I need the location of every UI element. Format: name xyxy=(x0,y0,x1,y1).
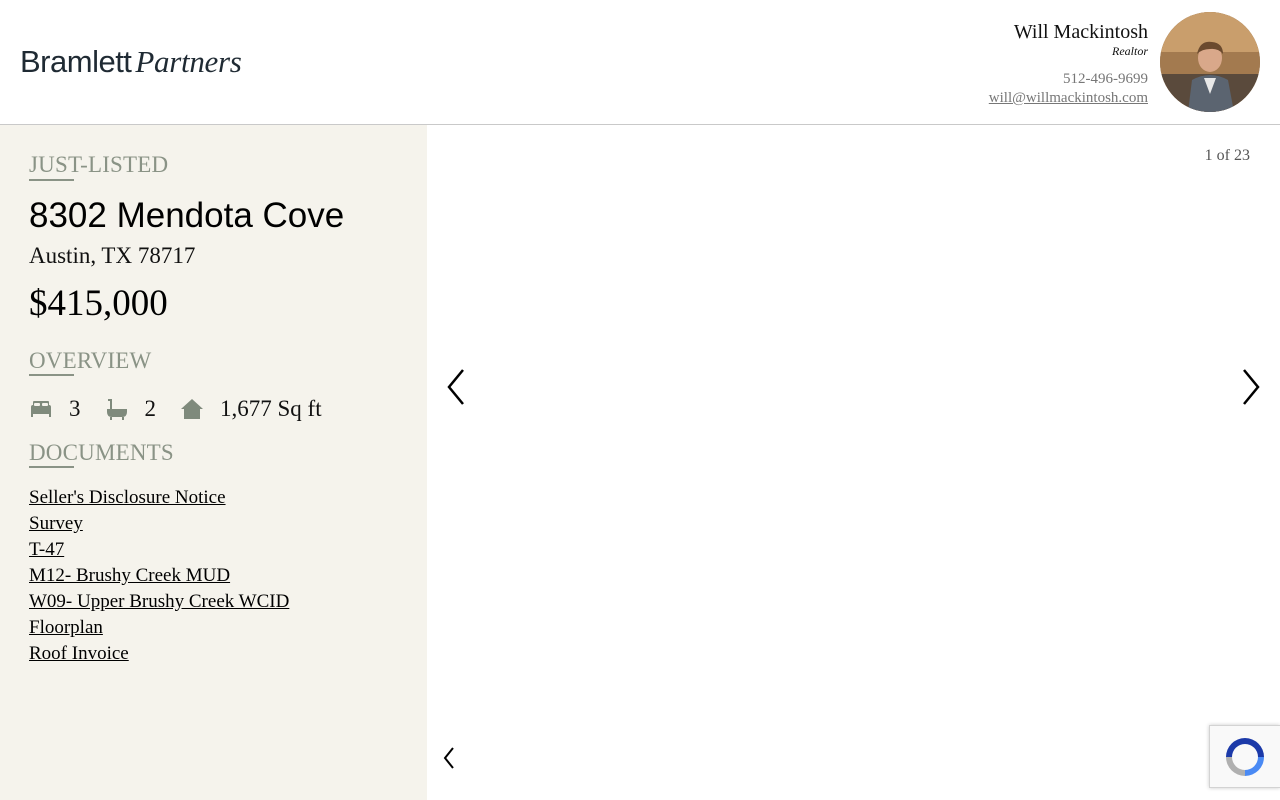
thumbnail-prev-arrow-icon[interactable] xyxy=(443,746,455,770)
photo-counter: 1 of 23 xyxy=(1204,147,1250,164)
listing-price: $415,000 xyxy=(29,283,168,324)
documents-heading: DOCUMENTS xyxy=(29,440,174,465)
baths-value: 2 xyxy=(144,396,157,421)
logo-text-bramlett: Bramlett xyxy=(20,44,132,79)
bed-icon xyxy=(31,401,51,417)
agent-avatar xyxy=(1160,12,1260,112)
documents-list: Seller's Disclosure Notice Survey T-47 M… xyxy=(29,485,289,667)
listing-sidebar: JUST-LISTED 8302 Mendota Cove Austin, TX… xyxy=(0,125,427,800)
agent-title: Realtor xyxy=(1112,44,1148,58)
document-link[interactable]: Survey xyxy=(29,511,289,537)
listing-status-heading: JUST-LISTED xyxy=(29,152,169,177)
listing-address: 8302 Mendota Cove xyxy=(29,196,345,235)
agent-info: Will Mackintosh Realtor 512-496-9699 wil… xyxy=(989,20,1148,108)
home-icon xyxy=(181,399,203,419)
beds-value: 3 xyxy=(69,396,81,421)
overview-underline xyxy=(29,374,74,376)
logo-text-partners: Partners xyxy=(135,44,242,79)
document-link[interactable]: Floorplan xyxy=(29,615,289,641)
document-link[interactable]: Seller's Disclosure Notice xyxy=(29,485,289,511)
document-link[interactable]: W09- Upper Brushy Creek WCID xyxy=(29,589,289,615)
document-link[interactable]: T-47 xyxy=(29,537,289,563)
bath-icon xyxy=(106,399,127,420)
sqft-value: 1,677 Sq ft xyxy=(220,396,322,421)
prev-arrow-icon[interactable] xyxy=(445,367,467,407)
listing-city: Austin, TX 78717 xyxy=(29,243,196,268)
agent-phone[interactable]: 512-496-9699 xyxy=(989,70,1148,89)
overview-heading: OVERVIEW xyxy=(29,348,152,373)
agent-photo-icon xyxy=(1160,12,1260,112)
document-link[interactable]: Roof Invoice xyxy=(29,641,289,667)
document-link[interactable]: M12- Brushy Creek MUD xyxy=(29,563,289,589)
site-header: Bramlett Partners Will Mackintosh Realtor… xyxy=(0,0,1280,125)
brand-logo[interactable]: Bramlett Partners xyxy=(20,42,242,82)
overview-stats: 3 2 1,677 Sq ft xyxy=(29,395,346,423)
agent-name: Will Mackintosh xyxy=(1013,21,1148,43)
next-arrow-icon[interactable] xyxy=(1240,367,1262,407)
documents-underline xyxy=(29,466,74,468)
recaptcha-badge[interactable] xyxy=(1209,725,1280,788)
photo-gallery: 1 of 23 xyxy=(427,125,1280,800)
status-underline xyxy=(29,179,74,181)
recaptcha-icon xyxy=(1226,738,1264,776)
agent-email-link[interactable]: will@willmackintosh.com xyxy=(989,89,1148,108)
